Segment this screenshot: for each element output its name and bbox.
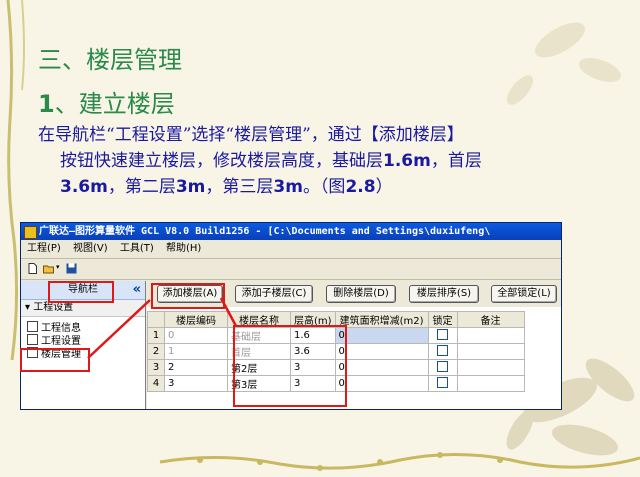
highlight-arrows [87, 297, 238, 359]
